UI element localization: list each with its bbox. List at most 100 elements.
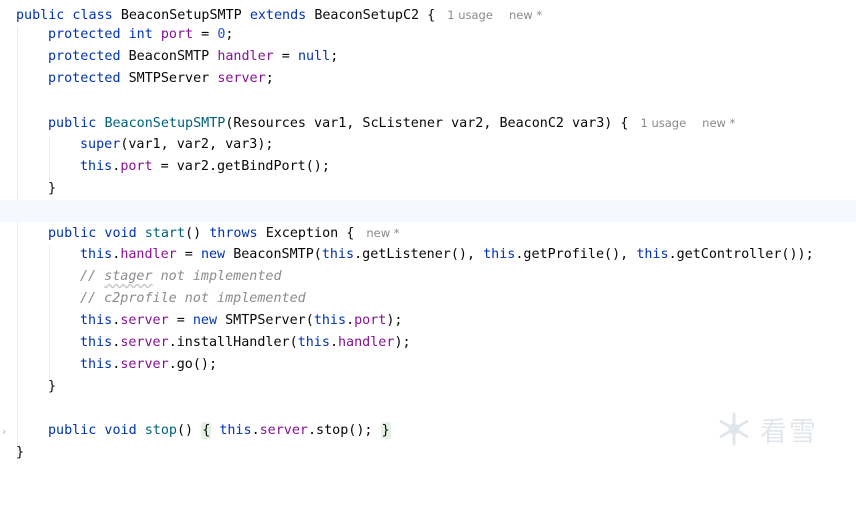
code-token: port bbox=[160, 27, 194, 42]
code-token: . bbox=[346, 313, 355, 328]
code-line-9[interactable]: } bbox=[0, 178, 856, 200]
comment-token: // bbox=[80, 269, 105, 284]
code-token: BeaconSetupSMTP bbox=[120, 8, 250, 23]
chevron-right-icon[interactable]: › bbox=[2, 425, 6, 438]
code-token: } bbox=[48, 181, 57, 196]
comment-token: stager bbox=[104, 269, 153, 284]
code-token: = bbox=[193, 27, 218, 42]
comment-token: not implemented bbox=[152, 269, 282, 284]
code-token: SMTPServer( bbox=[225, 313, 314, 328]
code-line-14[interactable]: // c2profile not implemented bbox=[0, 288, 856, 310]
current-line-highlight[interactable] bbox=[0, 200, 856, 222]
code-token: BeaconSMTP( bbox=[233, 247, 322, 262]
code-line-6[interactable]: public BeaconSetupSMTP(Resources var1, S… bbox=[0, 112, 856, 134]
code-line-16[interactable]: this.server.installHandler(this.handler)… bbox=[0, 332, 856, 354]
code-token: () bbox=[185, 226, 210, 241]
code-token: BeaconSetupC2 { bbox=[314, 8, 436, 23]
code-token: Exception { bbox=[265, 226, 355, 241]
code-token: port bbox=[354, 313, 387, 328]
code-token: new bbox=[200, 247, 234, 262]
code-line-2[interactable]: protected int port = 0; bbox=[0, 24, 856, 46]
code-token: = var2.getBindPort(); bbox=[152, 159, 330, 174]
code-token: public class bbox=[16, 8, 121, 23]
code-line-7[interactable]: super(var1, var2, var3); bbox=[0, 134, 856, 156]
code-token: SMTPServer bbox=[128, 71, 218, 86]
code-token: this bbox=[80, 247, 113, 262]
author-hint[interactable]: new * bbox=[702, 116, 735, 130]
code-token: this bbox=[80, 357, 113, 372]
code-token: ; bbox=[265, 71, 274, 86]
code-line-18[interactable]: } bbox=[0, 376, 856, 398]
folded-region-open-brace[interactable]: { bbox=[201, 422, 212, 439]
code-token: ; bbox=[330, 49, 339, 64]
code-token: (Resources var1, ScListener var2, Beacon… bbox=[225, 116, 629, 131]
code-token: this bbox=[80, 313, 113, 328]
code-line-17[interactable]: this.server.go(); bbox=[0, 354, 856, 376]
code-line-4[interactable]: protected SMTPServer server; bbox=[0, 68, 856, 90]
code-token: this bbox=[297, 335, 330, 350]
code-token: = bbox=[273, 49, 298, 64]
watermark: 看雪 bbox=[716, 403, 836, 455]
usage-hint[interactable]: 1 usage bbox=[447, 8, 493, 22]
code-token: ); bbox=[386, 313, 403, 328]
code-token: start bbox=[144, 226, 186, 241]
code-editor[interactable]: public class BeaconSetupSMTP extends Bea… bbox=[0, 0, 856, 475]
code-token: .go(); bbox=[168, 357, 218, 372]
code-token: .installHandler( bbox=[168, 335, 298, 350]
code-token: . bbox=[251, 423, 260, 438]
code-line-1[interactable]: public class BeaconSetupSMTP extends Bea… bbox=[0, 4, 856, 26]
author-hint[interactable]: new * bbox=[509, 8, 542, 22]
code-token: .getController()); bbox=[668, 247, 814, 262]
code-line-13[interactable]: // stager not implemented bbox=[0, 266, 856, 288]
code-token: = bbox=[168, 313, 193, 328]
code-token: protected bbox=[48, 49, 129, 64]
author-hint[interactable]: new * bbox=[366, 226, 399, 240]
code-token: stop bbox=[144, 423, 177, 438]
code-token: this bbox=[483, 247, 516, 262]
code-token: this bbox=[321, 247, 355, 262]
code-token: handler bbox=[120, 247, 177, 262]
code-token: server bbox=[120, 357, 169, 372]
code-line-8[interactable]: this.port = var2.getBindPort(); bbox=[0, 156, 856, 178]
code-token: } bbox=[48, 379, 57, 394]
folded-region-close-brace[interactable]: } bbox=[380, 422, 391, 439]
code-token: public void bbox=[48, 226, 145, 241]
code-token: this bbox=[80, 159, 113, 174]
comment-token: // c2profile not implemented bbox=[80, 291, 306, 306]
code-token: public bbox=[48, 116, 105, 131]
code-token: server bbox=[120, 313, 169, 328]
code-token: super bbox=[80, 137, 121, 152]
code-token: throws bbox=[209, 226, 266, 241]
code-token: server bbox=[120, 335, 169, 350]
code-token: protected bbox=[48, 71, 129, 86]
code-token: handler bbox=[217, 49, 274, 64]
code-token: } bbox=[16, 445, 25, 460]
code-line-11[interactable]: public void start() throws Exception { ne… bbox=[0, 222, 856, 244]
code-token: server bbox=[217, 71, 266, 86]
code-line-12[interactable]: this.handler = new BeaconSMTP(this.getLi… bbox=[0, 244, 856, 266]
code-token: this bbox=[313, 313, 347, 328]
code-token: = bbox=[176, 247, 201, 262]
usage-hint[interactable]: 1 usage bbox=[640, 116, 686, 130]
code-token: . bbox=[329, 335, 338, 350]
code-token: this bbox=[636, 247, 669, 262]
snowflake-icon bbox=[719, 412, 749, 446]
code-token: BeaconSMTP bbox=[128, 49, 218, 64]
code-token: this bbox=[219, 423, 252, 438]
code-token: ); bbox=[394, 335, 411, 350]
code-token: ; bbox=[225, 27, 234, 42]
code-token: public void bbox=[48, 423, 145, 438]
code-token: this bbox=[80, 335, 113, 350]
code-token: BeaconSetupSMTP bbox=[104, 116, 226, 131]
code-token: .getProfile(), bbox=[515, 247, 637, 262]
watermark-text: 看雪 bbox=[760, 416, 818, 448]
code-token: (var1, var2, var3); bbox=[120, 137, 274, 152]
code-token: server bbox=[259, 423, 308, 438]
code-line-15[interactable]: this.server = new SMTPServer(this.port); bbox=[0, 310, 856, 332]
code-token: handler bbox=[338, 335, 395, 350]
code-token: () bbox=[177, 423, 202, 438]
code-line-3[interactable]: protected BeaconSMTP handler = null; bbox=[0, 46, 856, 68]
code-token: port bbox=[120, 159, 153, 174]
code-token: new bbox=[192, 313, 226, 328]
